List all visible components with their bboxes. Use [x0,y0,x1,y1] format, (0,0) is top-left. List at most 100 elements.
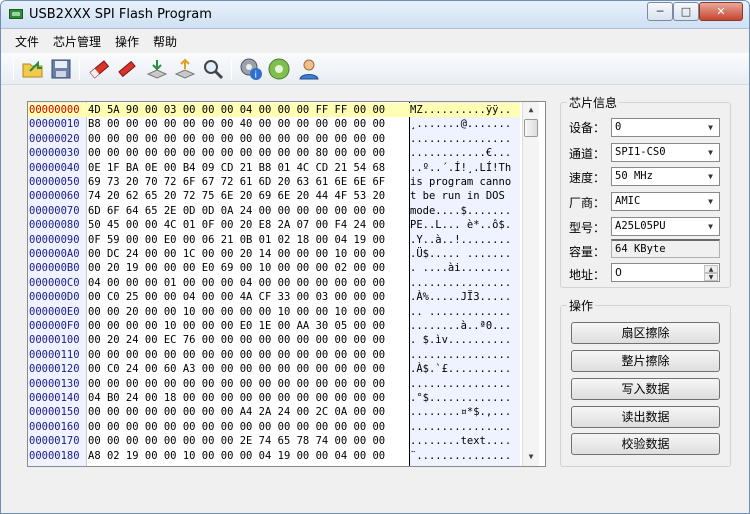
hex-row[interactable]: 000000C0 04 00 00 00 01 00 00 00 04 00 00… [28,276,520,290]
hex-ascii[interactable]: ¨............... [410,449,520,463]
hex-row[interactable]: 00000110 00 00 00 00 00 00 00 00 00 00 00… [28,348,520,362]
user-icon[interactable] [297,57,321,81]
hex-row[interactable]: 00000050 69 73 20 70 72 6F 67 72 61 6D 20… [28,175,520,189]
upload-icon[interactable] [173,57,197,81]
hex-ascii[interactable]: MZ..........ÿÿ.. [410,103,520,117]
hex-ascii[interactable]: ................ [410,420,520,434]
address-spinbox[interactable]: 0 ▲ ▼ [611,263,720,282]
hex-bytes[interactable]: 00 C0 24 00 60 A3 00 00 00 00 00 00 00 0… [88,362,408,376]
hex-row[interactable]: 00000030 00 00 00 00 00 00 00 00 00 00 00… [28,146,520,160]
hex-row[interactable]: 00000090 0F 59 00 00 E0 00 06 21 0B 01 02… [28,233,520,247]
hex-bytes[interactable]: 00 C0 25 00 00 04 00 00 4A CF 33 00 03 0… [88,290,408,304]
hex-ascii[interactable]: ........à..ª0... [410,319,520,333]
hex-bytes[interactable]: 4D 5A 90 00 03 00 00 00 04 00 00 00 FF F… [88,103,408,117]
hex-ascii[interactable]: ........text.... [410,434,520,448]
scroll-up-icon[interactable]: ▲ [523,102,539,118]
hex-row[interactable]: 00000160 00 00 00 00 00 00 00 00 00 00 00… [28,420,520,434]
device-select[interactable]: 0 ▼ [611,118,720,137]
hex-bytes[interactable]: 00 00 00 00 00 00 00 00 00 00 00 00 80 0… [88,146,408,160]
verify-data-button[interactable]: 校验数据 [571,433,720,455]
hex-row[interactable]: 00000080 50 45 00 00 4C 01 0F 00 20 E8 2A… [28,218,520,232]
hex-ascii[interactable]: .. ............. [410,305,520,319]
hex-ascii[interactable]: PE..L... è*..ô$. [410,218,520,232]
hex-bytes[interactable]: 00 00 00 00 00 00 00 00 00 00 00 00 00 0… [88,377,408,391]
hex-row[interactable]: 00000000 4D 5A 90 00 03 00 00 00 04 00 00… [28,103,520,117]
hex-bytes[interactable]: 00 DC 24 00 00 1C 00 00 20 14 00 00 00 1… [88,247,408,261]
chip-erase-button[interactable]: 整片擦除 [571,350,720,372]
write-data-button[interactable]: 写入数据 [571,378,720,400]
hex-bytes[interactable]: 00 20 24 00 EC 76 00 00 00 00 00 00 00 0… [88,333,408,347]
hex-bytes[interactable]: 00 00 00 00 10 00 00 00 E0 1E 00 AA 30 0… [88,319,408,333]
settings-info-icon[interactable]: i [239,57,263,81]
chevron-down-icon[interactable]: ▼ [703,194,718,209]
hex-bytes[interactable]: 00 00 00 00 00 00 00 00 00 00 00 00 00 0… [88,348,408,362]
hex-row[interactable]: 000000E0 00 00 20 00 00 10 00 00 00 00 10… [28,305,520,319]
close-button[interactable]: ✕ [699,2,743,21]
chevron-down-icon[interactable]: ▼ [703,219,718,234]
hex-row[interactable]: 000000F0 00 00 00 00 10 00 00 00 E0 1E 00… [28,319,520,333]
hex-bytes[interactable]: 04 00 00 00 01 00 00 00 04 00 00 00 00 0… [88,276,408,290]
menu-chip-management[interactable]: 芯片管理 [53,33,101,50]
hex-ascii[interactable]: ........¤*$.,... [410,405,520,419]
scroll-down-icon[interactable]: ▼ [523,449,539,465]
hex-bytes[interactable]: 04 B0 24 00 18 00 00 00 00 00 00 00 00 0… [88,391,408,405]
hex-row[interactable]: 000000B0 00 20 19 00 00 00 E0 69 00 10 00… [28,261,520,275]
hex-bytes[interactable]: 0E 1F BA 0E 00 B4 09 CD 21 B8 01 4C CD 2… [88,161,408,175]
hex-row[interactable]: 00000150 00 00 00 00 00 00 00 00 A4 2A 24… [28,405,520,419]
menu-operations[interactable]: 操作 [115,33,139,50]
vendor-select[interactable]: AMIC ▼ [611,192,720,211]
hex-bytes[interactable]: 50 45 00 00 4C 01 0F 00 20 E8 2A 07 00 F… [88,218,408,232]
hex-bytes[interactable]: A8 02 19 00 00 10 00 00 00 04 19 00 00 0… [88,449,408,463]
hex-bytes[interactable]: 00 00 00 00 00 00 00 00 A4 2A 24 00 2C 0… [88,405,408,419]
vertical-scrollbar[interactable]: ▲ ▼ [522,102,539,466]
save-icon[interactable] [49,57,73,81]
maximize-button[interactable]: □ [673,2,699,21]
hex-ascii[interactable]: mode....$....... [410,204,520,218]
hex-ascii[interactable]: is program canno [410,175,520,189]
hex-ascii[interactable]: ¸.......@....... [410,117,520,131]
search-icon[interactable] [201,57,225,81]
hex-ascii[interactable]: . ....ài........ [410,261,520,275]
speed-select[interactable]: 50 MHz ▼ [611,167,720,186]
erase-icon[interactable] [87,57,111,81]
hex-bytes[interactable]: 00 20 19 00 00 00 E0 69 00 10 00 00 00 0… [88,261,408,275]
hex-ascii[interactable]: . $.ìv.......... [410,333,520,347]
hex-editor[interactable]: 00000000 4D 5A 90 00 03 00 00 00 04 00 00… [27,101,546,467]
hex-row[interactable]: 00000100 00 20 24 00 EC 76 00 00 00 00 00… [28,333,520,347]
hex-row[interactable]: 00000120 00 C0 24 00 60 A3 00 00 00 00 00… [28,362,520,376]
hex-row[interactable]: 00000070 6D 6F 64 65 2E 0D 0D 0A 24 00 00… [28,204,520,218]
menu-file[interactable]: 文件 [15,33,39,50]
read-data-button[interactable]: 读出数据 [571,406,720,428]
spin-down-icon[interactable]: ▼ [704,273,718,281]
sector-erase-button[interactable]: 扇区擦除 [571,322,720,344]
hex-row[interactable]: 00000020 00 00 00 00 00 00 00 00 00 00 00… [28,132,520,146]
hex-row[interactable]: 00000040 0E 1F BA 0E 00 B4 09 CD 21 B8 01… [28,161,520,175]
hex-bytes[interactable]: 00 00 20 00 00 10 00 00 00 00 10 00 00 1… [88,305,408,319]
hex-ascii[interactable]: .À$.`£.......... [410,362,520,376]
hex-row[interactable]: 00000060 74 20 62 65 20 72 75 6E 20 69 6E… [28,189,520,203]
hex-bytes[interactable]: 6D 6F 64 65 2E 0D 0D 0A 24 00 00 00 00 0… [88,204,408,218]
hex-ascii[interactable]: ................ [410,276,520,290]
hex-row[interactable]: 00000170 00 00 00 00 00 00 00 00 2E 74 65… [28,434,520,448]
hex-ascii[interactable]: ..º..´.Í!¸.LÍ!Th [410,161,520,175]
hex-ascii[interactable]: .Y..à..!........ [410,233,520,247]
chevron-down-icon[interactable]: ▼ [703,120,718,135]
hex-row[interactable]: 00000130 00 00 00 00 00 00 00 00 00 00 00… [28,377,520,391]
hex-row[interactable]: 00000140 04 B0 24 00 18 00 00 00 00 00 00… [28,391,520,405]
open-folder-icon[interactable] [21,57,45,81]
hex-row[interactable]: 000000A0 00 DC 24 00 00 1C 00 00 20 14 00… [28,247,520,261]
menu-help[interactable]: 帮助 [153,33,177,50]
hex-ascii[interactable]: t be run in DOS [410,189,520,203]
hex-ascii[interactable]: .À%.....JÏ3..... [410,290,520,304]
hex-ascii[interactable]: .Ü$..... ....... [410,247,520,261]
gear-icon[interactable] [267,57,291,81]
hex-bytes[interactable]: 00 00 00 00 00 00 00 00 2E 74 65 78 74 0… [88,434,408,448]
chevron-down-icon[interactable]: ▼ [703,145,718,160]
minimize-button[interactable]: ─ [647,2,673,21]
download-icon[interactable] [145,57,169,81]
hex-bytes[interactable]: B8 00 00 00 00 00 00 00 40 00 00 00 00 0… [88,117,408,131]
hex-row[interactable]: 00000180 A8 02 19 00 00 10 00 00 00 04 19… [28,449,520,463]
hex-bytes[interactable]: 0F 59 00 00 E0 00 06 21 0B 01 02 18 00 0… [88,233,408,247]
scroll-thumb[interactable] [524,119,538,137]
channel-select[interactable]: SPI1-CS0 ▼ [611,143,720,162]
